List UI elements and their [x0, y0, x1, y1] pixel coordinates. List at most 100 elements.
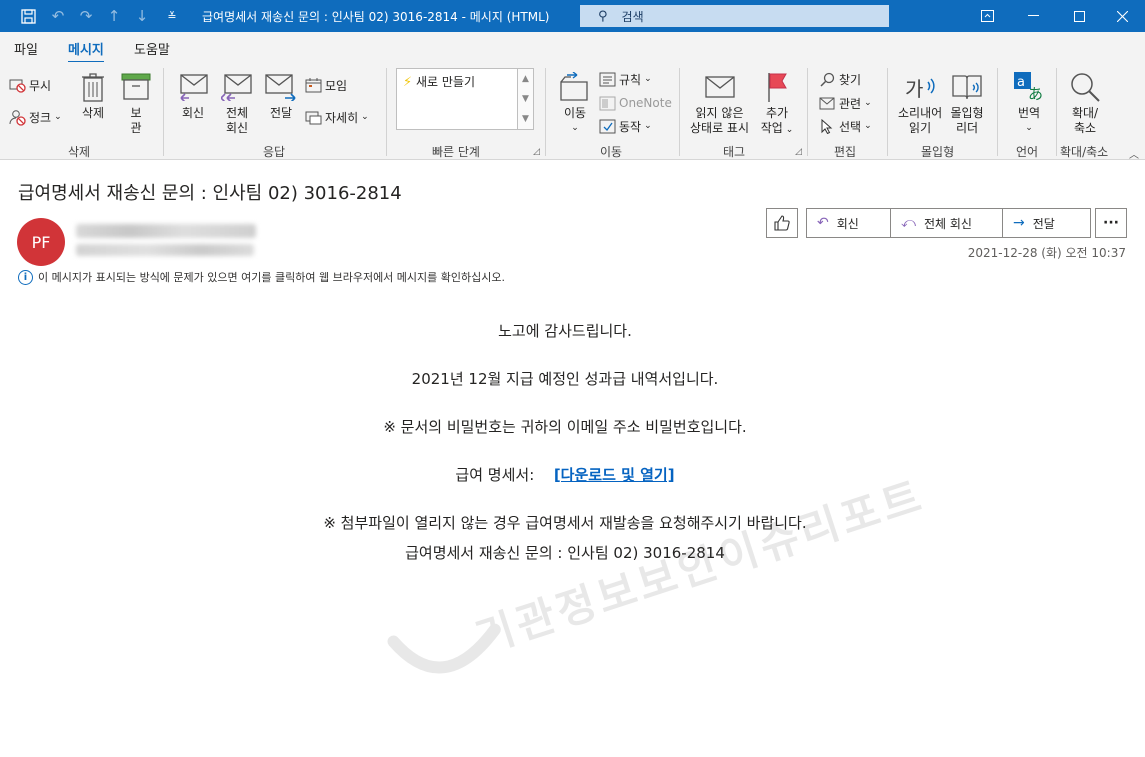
group-label-delete: 삭제: [68, 145, 91, 159]
group-label-respond: 응답: [263, 145, 286, 159]
reply-all-button[interactable]: 전체 회신: [220, 70, 254, 136]
search-icon: ⚲: [598, 8, 608, 24]
immersive-reader-button[interactable]: 몰입형 리더: [950, 70, 984, 136]
scroll-up-icon[interactable]: ▲: [522, 74, 529, 84]
separator: [1056, 68, 1057, 156]
quick-step-new[interactable]: 새로 만들기: [416, 75, 475, 89]
message-subject: 급여명세서 재송신 문의 : 인사팀 02) 3016-2814: [18, 183, 402, 204]
find-button[interactable]: 찾기: [818, 70, 861, 88]
separator: [163, 68, 164, 156]
save-icon[interactable]: [14, 0, 42, 32]
ignore-icon: [8, 76, 26, 94]
payslip-label: 급여 명세서:: [455, 466, 535, 484]
customize-toolbar-icon[interactable]: ≚: [158, 0, 186, 32]
like-button[interactable]: [766, 208, 798, 238]
watermark-text: 기관정보보안이슈리포트: [469, 470, 931, 663]
junk-button[interactable]: 정크 ⌄: [8, 108, 62, 126]
ignore-button[interactable]: 무시: [8, 76, 51, 94]
scroll-down-icon[interactable]: ▼: [522, 94, 529, 104]
mark-unread-button[interactable]: 읽지 않은 상태로 표시: [690, 70, 749, 136]
svg-text:a: a: [1017, 75, 1025, 90]
zoom-button[interactable]: 확대/ 축소: [1068, 70, 1102, 136]
reply-button[interactable]: 회신: [176, 70, 210, 121]
group-label-move: 이동: [600, 145, 623, 159]
forward-icon: [264, 70, 298, 104]
tab-help[interactable]: 도움말: [134, 39, 170, 58]
minimize-icon[interactable]: [1010, 0, 1056, 32]
down-arrow-icon[interactable]: ↓: [128, 0, 156, 32]
archive-button[interactable]: 보 관: [119, 70, 153, 136]
undo-icon[interactable]: ↶: [44, 0, 72, 32]
search-box[interactable]: ⚲ 검색: [580, 5, 889, 27]
archive-icon: [119, 70, 153, 104]
forward-action-button[interactable]: → 전달: [1003, 209, 1090, 237]
follow-up-button[interactable]: 추가 작업 ⌄: [760, 70, 794, 138]
separator: [997, 68, 998, 156]
maximize-icon[interactable]: [1056, 0, 1102, 32]
recipient-redacted: [76, 244, 254, 256]
close-icon[interactable]: [1099, 0, 1145, 32]
title-bar: ↶ ↷ ↑ ↓ ≚ 급여명세서 재송신 문의 : 인사팀 02) 3016-28…: [0, 0, 1145, 32]
svg-text:가: 가: [905, 77, 923, 101]
onenote-button[interactable]: OneNote: [598, 94, 672, 112]
info-bar[interactable]: i 이 메시지가 표시되는 방식에 문제가 있으면 여기를 클릭하여 웹 브라우…: [18, 269, 505, 285]
search-placeholder: 검색: [621, 9, 644, 24]
actions-button[interactable]: 동작 ⌄: [598, 117, 652, 135]
up-arrow-icon[interactable]: ↑: [100, 0, 128, 32]
reading-pane: 급여명세서 재송신 문의 : 인사팀 02) 3016-2814 PF ↶ 회신…: [0, 160, 1145, 757]
dialog-launcher-icon[interactable]: ◿: [795, 147, 802, 157]
body-line: 2021년 12월 지급 예정인 성과급 내역서입니다.: [411, 370, 719, 388]
group-label-zoom: 확대/축소: [1060, 145, 1109, 159]
body-line: ※ 첨부파일이 열리지 않는 경우 급여명세서 재발송을 요청해주시기 바랍니다…: [323, 514, 807, 532]
body-line: ※ 문서의 비밀번호는 귀하의 이메일 주소 비밀번호입니다.: [383, 418, 747, 436]
translate-icon: aあ: [1012, 70, 1046, 104]
reply-all-action-button[interactable]: ⤺ 전체 회신: [891, 209, 1003, 237]
group-label-immersive: 몰입형: [921, 145, 955, 159]
separator: [887, 68, 888, 156]
message-actions: ↶ 회신 ⤺ 전체 회신 → 전달: [806, 208, 1091, 238]
more-actions-button[interactable]: ···: [1095, 208, 1127, 238]
window-title: 급여명세서 재송신 문의 : 인사팀 02) 3016-2814 - 메시지 (…: [202, 10, 550, 24]
more-respond-icon: [304, 108, 322, 126]
delete-button[interactable]: 삭제: [76, 70, 110, 121]
body-line: 급여명세서 재송신 문의 : 인사팀 02) 3016-2814: [405, 544, 725, 562]
reply-action-button[interactable]: ↶ 회신: [807, 209, 891, 237]
download-link[interactable]: [다운로드 및 열기]: [554, 466, 675, 484]
ribbon-display-icon[interactable]: [964, 0, 1010, 32]
select-button[interactable]: 선택 ⌄: [818, 117, 872, 135]
tab-file[interactable]: 파일: [14, 39, 38, 58]
move-button[interactable]: 이동 ⌄: [558, 70, 592, 136]
tab-message[interactable]: 메시지: [68, 39, 104, 64]
ribbon: 무시 정크 ⌄ 삭제 보 관 삭제 회신 전체 회신 전달 모임 자세히 ⌄ 응…: [0, 62, 1145, 161]
expand-gallery-icon[interactable]: ▼: [522, 114, 529, 124]
flag-icon: [760, 70, 794, 104]
sender-avatar[interactable]: PF: [17, 218, 65, 266]
watermark-logo: 기관정보보안이슈리포트: [350, 395, 931, 740]
quick-steps-scroll[interactable]: ▲ ▼ ▼: [518, 68, 534, 130]
onenote-icon: [598, 94, 616, 112]
quick-steps-gallery[interactable]: ⚡ 새로 만들기: [396, 68, 518, 130]
collapse-ribbon-icon[interactable]: ︿: [1129, 146, 1139, 161]
more-respond-button[interactable]: 자세히 ⌄: [304, 108, 369, 126]
svg-text:あ: あ: [1028, 85, 1043, 103]
forward-arrow-icon: →: [1013, 215, 1025, 231]
rules-button[interactable]: 규칙 ⌄: [598, 70, 652, 88]
junk-icon: [8, 108, 26, 126]
reply-all-arrow-icon: ⤺: [901, 215, 916, 231]
actions-icon: [598, 117, 616, 135]
reply-icon: [176, 70, 210, 104]
ribbon-tabs: 파일 메시지 도움말: [0, 32, 1145, 64]
group-label-language: 언어: [1016, 145, 1039, 159]
redo-icon[interactable]: ↷: [72, 0, 100, 32]
meeting-button[interactable]: 모임: [304, 76, 347, 94]
separator: [545, 68, 546, 156]
chevron-down-icon: ⌄: [571, 123, 579, 133]
group-label-editing: 편집: [834, 145, 857, 159]
related-button[interactable]: 관련 ⌄: [818, 94, 872, 112]
read-aloud-button[interactable]: 가 소리내어 읽기: [898, 70, 942, 136]
message-date: 2021-12-28 (화) 오전 10:37: [967, 246, 1126, 260]
translate-button[interactable]: aあ 번역 ⌄: [1012, 70, 1046, 136]
forward-button[interactable]: 전달: [264, 70, 298, 121]
dialog-launcher-icon[interactable]: ◿: [533, 147, 540, 157]
watermark-smile-icon: [387, 623, 501, 674]
